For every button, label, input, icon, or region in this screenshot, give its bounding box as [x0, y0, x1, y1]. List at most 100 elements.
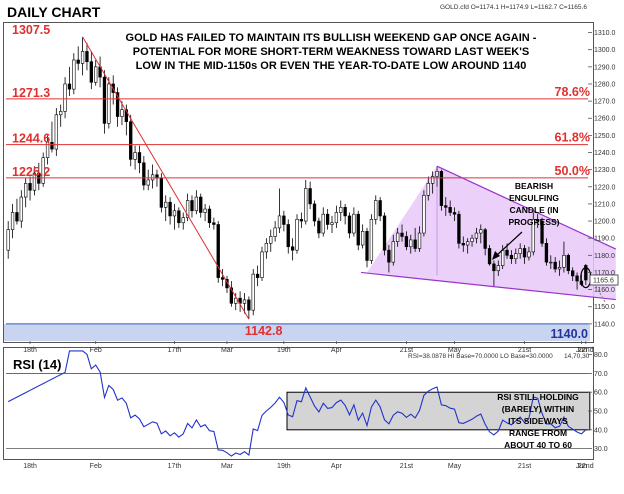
- candle-body: [413, 239, 417, 249]
- candle-body: [220, 277, 225, 280]
- candle-body: [242, 299, 247, 304]
- x-tick-label: 17th: [168, 347, 182, 354]
- swing-high-label: 1307.5: [12, 23, 50, 37]
- candle-body: [382, 215, 387, 251]
- candle-annotation-4: PROGRESS): [508, 217, 559, 227]
- price-y-tick-label: 1160.0: [594, 287, 615, 294]
- candle-body: [142, 162, 146, 186]
- candle-body: [159, 177, 164, 208]
- candle-body: [15, 212, 19, 222]
- rsi-y-tick-label: 30.0: [594, 446, 608, 453]
- candle-body: [544, 243, 549, 263]
- candle-body: [562, 255, 566, 268]
- fib-ratio-label: 61.8%: [555, 131, 590, 145]
- rsi-y-tick-label: 70.0: [594, 371, 608, 378]
- candle-body: [356, 213, 360, 246]
- candle-annotation-2: ENGULFING: [509, 193, 559, 203]
- candle-body: [470, 237, 474, 242]
- candle-body: [360, 231, 365, 246]
- candle-body: [207, 208, 212, 224]
- rsi-x-tick-label: Mar: [221, 463, 234, 470]
- price-y-tick-label: 1200.0: [594, 219, 616, 226]
- candle-body: [334, 212, 339, 224]
- candle-body: [63, 83, 67, 112]
- candle-body: [444, 205, 448, 208]
- headline-line-2: POTENTIAL FOR MORE SHORT-TERM WEAKNESS T…: [133, 46, 529, 58]
- price-y-tick-label: 1280.0: [594, 81, 616, 88]
- candle-body: [571, 270, 575, 277]
- rsi-x-tick-label: Feb: [90, 463, 102, 470]
- candle-body: [290, 246, 295, 251]
- x-tick-label: 18th: [23, 347, 37, 354]
- x-tick-label: Mar: [221, 347, 234, 354]
- candle-body: [264, 243, 269, 253]
- rsi-title: RSI (14): [13, 357, 61, 372]
- fib-ratio-label: 50.0%: [555, 164, 590, 178]
- candle-body: [24, 183, 28, 198]
- fib-price-label: 1225.2: [12, 165, 50, 179]
- rsi-annotation-5: ABOUT 40 TO 60: [504, 440, 572, 450]
- candle-body: [501, 249, 505, 266]
- candle-body: [260, 251, 264, 278]
- rsi-x-tick-label: 21st: [400, 463, 413, 470]
- candle-body: [251, 273, 255, 311]
- candle-body: [369, 219, 374, 261]
- candle-body: [457, 213, 461, 244]
- candle-body: [89, 61, 93, 83]
- candle-body: [439, 171, 444, 206]
- candle-body: [129, 121, 133, 160]
- candle-body: [487, 248, 492, 265]
- x-tick-label: Feb: [90, 347, 102, 354]
- candle-body: [422, 195, 426, 234]
- price-y-tick-label: 1180.0: [594, 253, 615, 260]
- candle-body: [59, 111, 63, 116]
- price-y-tick-label: 1220.0: [594, 184, 616, 191]
- symbol-info: GOLD.cfd O=1174.1 H=1174.9 L=1162.7 C=11…: [440, 4, 587, 11]
- candle-body: [212, 222, 216, 225]
- candle-body: [67, 83, 72, 90]
- support-band: [4, 323, 590, 341]
- candle-body: [518, 248, 522, 254]
- candle-body: [553, 261, 557, 270]
- candle-body: [85, 51, 89, 62]
- candle-body: [102, 76, 107, 124]
- candle-body: [483, 229, 487, 249]
- candle-body: [409, 239, 413, 248]
- candle-body: [194, 196, 199, 212]
- x-tick-label: Apr: [331, 347, 343, 354]
- rsi-y-tick-label: 80.0: [594, 352, 608, 359]
- price-y-tick-label: 1250.0: [594, 133, 616, 140]
- price-y-tick-label: 1240.0: [594, 150, 616, 157]
- rsi-annotation-3: ITS SIDEWAYS: [508, 416, 568, 426]
- candle-body: [277, 215, 282, 229]
- price-y-tick-label: 1150.0: [594, 304, 615, 311]
- candle-body: [492, 263, 496, 272]
- price-y-tick-label: 1310.0: [594, 30, 616, 37]
- rsi-x-tick-label: 17th: [168, 463, 182, 470]
- candle-body: [527, 251, 531, 258]
- price-y-tick-label: 1300.0: [594, 47, 616, 54]
- candle-body: [557, 267, 562, 270]
- candle-body: [304, 188, 308, 222]
- candle-body: [76, 59, 80, 64]
- candle-body: [374, 200, 378, 220]
- candle-body: [286, 224, 290, 248]
- candle-body: [575, 275, 579, 282]
- rsi-x-tick-label: 19th: [277, 463, 291, 470]
- support-label: 1140.0: [550, 327, 588, 341]
- candle-body: [199, 196, 203, 213]
- candle-body: [549, 261, 553, 264]
- chart-title: DAILY CHART: [7, 4, 101, 20]
- candle-body: [317, 220, 321, 234]
- headline-line-1: GOLD HAS FAILED TO MAINTAIN ITS BULLISH …: [126, 32, 537, 44]
- candle-body: [352, 213, 356, 234]
- candle-body: [137, 152, 142, 164]
- candle-body: [273, 227, 277, 237]
- price-y-tick-label: 1260.0: [594, 116, 616, 123]
- candle-body: [54, 114, 58, 150]
- candle-body: [168, 201, 172, 217]
- rsi-annotation-1: RSI STILL HOLDING: [497, 392, 579, 402]
- candle-body: [255, 273, 260, 278]
- candle-body: [94, 66, 98, 83]
- candle-body: [150, 174, 155, 181]
